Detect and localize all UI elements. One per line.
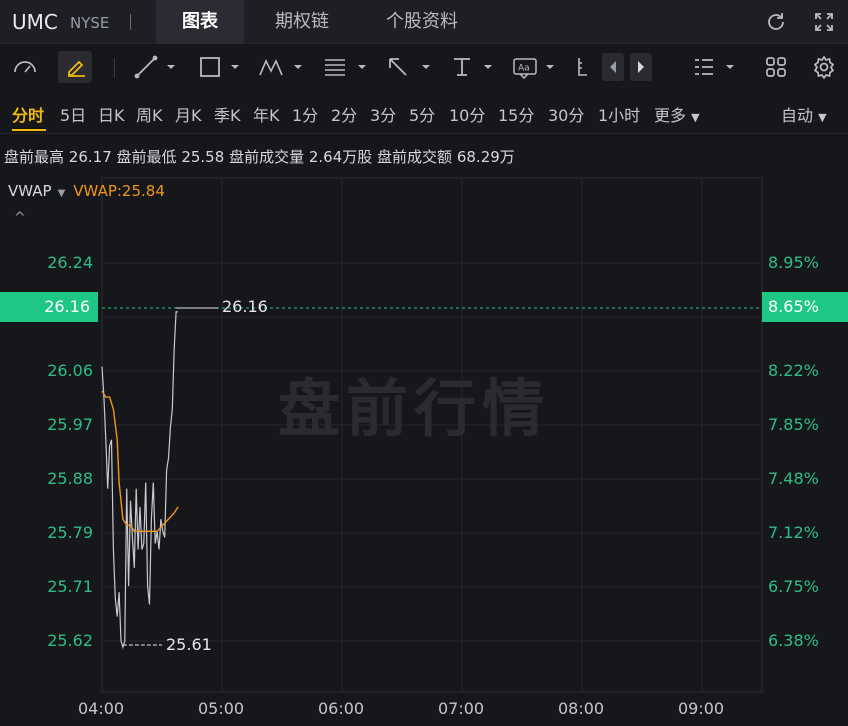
vwap-value: VWAP:25.84 [73,182,165,200]
x-tick-label: 08:00 [558,699,605,718]
y-tick-label: 26.06 [47,361,93,380]
y-tick-label: 25.88 [47,469,93,488]
chart-series [101,307,218,650]
y-tick-label: 25.79 [47,523,93,542]
pct-tick-label: 7.85% [768,415,819,434]
pct-tick-label: 6.75% [768,577,819,596]
y-tick-label: 25.97 [47,415,93,434]
low-marker-label: 25.61 [166,635,212,654]
vwap-indicator-header[interactable]: VWAP ▼ VWAP:25.84 [8,182,165,200]
current-price-tag: 26.16 [0,292,98,322]
current-pct-tag: 8.65% [762,292,848,322]
y-tick-label: 26.24 [47,253,93,272]
pct-tick-label: 6.38% [768,631,819,650]
pct-tick-label: 7.48% [768,469,819,488]
y-tick-label: 25.71 [47,577,93,596]
high-marker-label: 26.16 [222,297,268,316]
indicator-name: VWAP [8,182,52,200]
x-tick-label: 04:00 [78,699,125,718]
collapse-icon[interactable]: ^ [14,210,26,226]
x-tick-label: 09:00 [678,699,725,718]
pct-tick-label: 7.12% [768,523,819,542]
pct-tick-label: 8.22% [768,361,819,380]
x-tick-label: 07:00 [438,699,485,718]
watermark: 盘前行情 [278,372,551,445]
pct-tick-label: 8.95% [768,253,819,272]
x-tick-label: 06:00 [318,699,365,718]
chevron-down-icon[interactable]: ▼ [58,188,66,199]
y-tick-label: 25.62 [47,631,93,650]
x-tick-label: 05:00 [198,699,245,718]
